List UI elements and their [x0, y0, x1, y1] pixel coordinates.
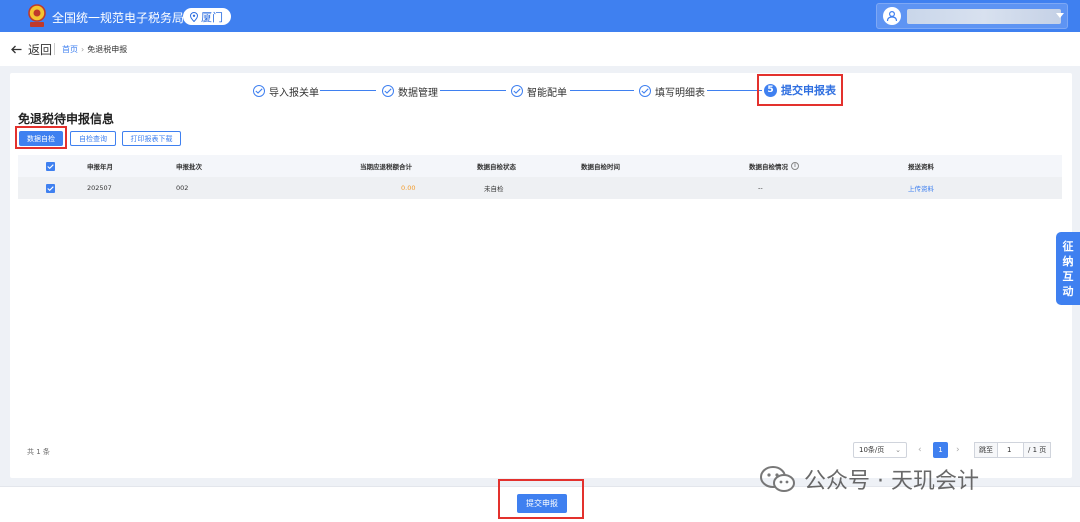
wechat-icon [760, 466, 795, 492]
back-label: 返回 [28, 43, 53, 57]
goto-label: 跳至 [979, 446, 993, 454]
site-title: 全国统一规范电子税务局 [52, 11, 185, 25]
check-circle-icon [639, 85, 651, 97]
select-all-checkbox[interactable] [46, 155, 55, 177]
table-header: 申报年月 申报批次 当期应退税额合计 数据自检状态 数据自检时间 数据自检情况 … [18, 155, 1062, 177]
step-fill-details: 填写明细表 [639, 83, 705, 99]
breadcrumb-home-link[interactable]: 首页 [62, 45, 78, 54]
upload-docs-link[interactable]: 上传资料 [908, 177, 934, 199]
check-circle-icon [253, 85, 265, 97]
city-label: 厦门 [201, 10, 223, 24]
submit-declaration-button[interactable]: 提交申报 [517, 494, 567, 513]
back-button[interactable]: 返回 [11, 41, 52, 58]
step-connector [440, 90, 506, 91]
self-check-button[interactable]: 数据自检 [19, 131, 63, 146]
declaration-table: 申报年月 申报批次 当期应退税额合计 数据自检状态 数据自检时间 数据自检情况 … [18, 155, 1062, 199]
city-selector[interactable]: 厦门 [183, 8, 231, 25]
page-size-select[interactable]: 10条/页 ⌄ [853, 442, 907, 458]
username-redacted [907, 9, 1061, 24]
side-tab-char: 互 [1062, 269, 1074, 283]
check-query-button[interactable]: 自检查询 [70, 131, 116, 146]
next-page-icon[interactable]: › [956, 445, 960, 455]
print-download-button[interactable]: 打印报表下载 [122, 131, 181, 146]
header-check-result-label: 数据自检情况 [749, 163, 788, 171]
tax-emblem-icon [28, 4, 46, 27]
sub-navigation-bar: 返回 首页 › 免退税申报 [0, 32, 1080, 66]
top-bar: 全国统一规范电子税务局 厦门 [0, 0, 1080, 32]
step-connector [707, 90, 762, 91]
watermark-text: 公众号 · 天玑会计 [804, 469, 979, 494]
cell-check-status: 未自检 [484, 185, 504, 193]
side-tab-char: 纳 [1062, 254, 1074, 268]
side-tab-char: 征 [1062, 239, 1074, 253]
header-refund-total: 当期应退税额合计 [360, 163, 412, 171]
header-check-time: 数据自检时间 [581, 163, 620, 171]
step-label: 数据管理 [398, 87, 438, 99]
divider [54, 43, 55, 55]
breadcrumb-current: 免退税申报 [87, 45, 128, 54]
cell-check-result: -- [758, 184, 763, 192]
header-period: 申报年月 [87, 163, 113, 171]
table-row: 202507 002 0.00 未自检 -- 上传资料 [18, 177, 1062, 199]
total-pages: / 1 页 [1028, 446, 1047, 454]
step-data-management: 数据管理 [382, 83, 438, 99]
header-docs: 报送资料 [908, 163, 934, 171]
total-count: 共 1 条 [27, 448, 50, 456]
avatar [883, 7, 901, 25]
step-label: 填写明细表 [655, 87, 705, 99]
interaction-side-tab[interactable]: 征 纳 互 动 [1056, 232, 1080, 305]
header-check-result: 数据自检情况 i [749, 155, 799, 177]
cell-refund-total: 0.00 [401, 184, 416, 192]
check-circle-icon [382, 85, 394, 97]
side-tab-char: 动 [1062, 284, 1074, 298]
step-connector [320, 90, 376, 91]
location-pin-icon [190, 11, 198, 22]
cell-batch: 002 [176, 184, 189, 192]
header-batch: 申报批次 [176, 163, 202, 171]
page-size-value: 10条/页 [859, 446, 885, 454]
step-smart-match: 智能配单 [511, 83, 567, 99]
step-number: 5 [764, 83, 777, 97]
breadcrumb: 首页 › 免退税申报 [62, 44, 127, 55]
goto-page: 跳至 1 / 1 页 [974, 442, 1052, 458]
step-submit-report: 5 提交申报表 [757, 74, 843, 106]
check-circle-icon [511, 85, 523, 97]
chevron-down-icon: ⌄ [895, 446, 901, 454]
arrow-left-icon [11, 45, 22, 54]
breadcrumb-separator: › [81, 45, 85, 54]
main-card: 导入报关单 数据管理 智能配单 填写明细表 5 提交申报表 免退税待申报信息 数… [10, 73, 1072, 478]
step-label: 提交申报表 [781, 84, 836, 97]
info-icon[interactable]: i [791, 162, 799, 170]
step-label: 智能配单 [527, 87, 567, 99]
step-import-customs: 导入报关单 [253, 83, 319, 99]
row-checkbox[interactable] [46, 177, 55, 199]
chevron-down-icon [1056, 13, 1064, 18]
header-check-status: 数据自检状态 [477, 163, 516, 171]
step-label: 导入报关单 [269, 87, 319, 99]
user-menu[interactable] [876, 3, 1068, 29]
prev-page-icon[interactable]: ‹ [918, 445, 922, 455]
step-connector [570, 90, 634, 91]
watermark: 公众号 · 天玑会计 [758, 463, 979, 495]
user-icon [886, 10, 898, 22]
page-number-current[interactable]: 1 [933, 442, 948, 458]
cell-period: 202507 [87, 184, 112, 192]
section-title: 免退税待申报信息 [18, 112, 115, 126]
goto-page-input[interactable]: 1 [997, 443, 1024, 457]
